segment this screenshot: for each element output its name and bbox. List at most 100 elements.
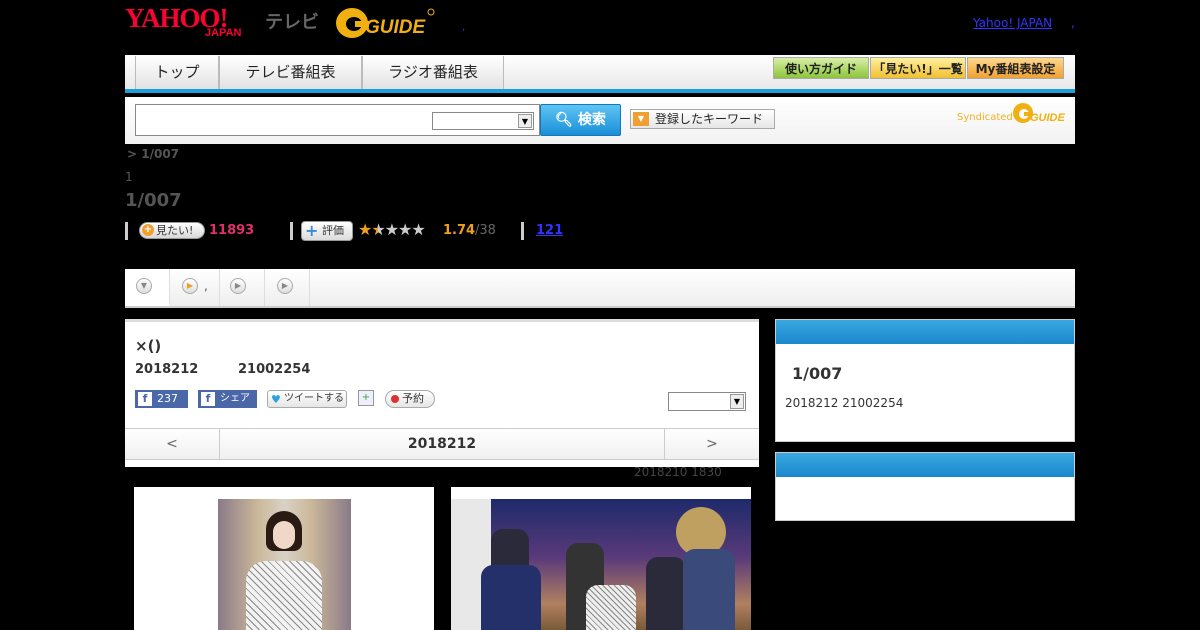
gguide-logo[interactable]: GUIDE	[335, 6, 435, 40]
photo-detail	[481, 565, 541, 630]
program-photo[interactable]	[218, 499, 351, 630]
rating-count: /38	[475, 223, 496, 238]
episode-label: 1	[125, 170, 133, 184]
tab-item[interactable]: ▶	[265, 269, 310, 306]
program-photo[interactable]	[451, 499, 751, 630]
tab-item[interactable]: ▶ ,	[170, 269, 220, 306]
chevron-down-icon: ▼	[518, 114, 532, 128]
broadcast-time: 21002254	[238, 362, 311, 377]
breadcrumb[interactable]: > 1/007	[127, 147, 179, 161]
record-reserve-button[interactable]: 予約	[385, 390, 435, 408]
star-icon: ★	[384, 220, 399, 239]
site-header: YAHOO! JAPAN テレビ GUIDE , Yahoo! JAPAN ,	[125, 0, 1075, 55]
want-to-watch-label: 見たい!	[156, 224, 194, 237]
sidebar-program-box: 1/007 2018212 21002254	[775, 319, 1075, 442]
twitter-icon: ♥	[271, 393, 281, 406]
photo-card	[134, 487, 434, 630]
add-to-calendar-icon[interactable]: +	[358, 390, 374, 406]
facebook-share-label: シェア	[220, 393, 250, 404]
chevron-down-icon: ▼	[730, 394, 744, 409]
photo-detail	[273, 521, 295, 549]
update-timestamp: 2018210 1830	[634, 465, 722, 479]
svg-text:GUIDE: GUIDE	[1030, 112, 1066, 124]
page-root: YAHOO! JAPAN テレビ GUIDE , Yahoo! JAPAN , …	[0, 0, 1200, 630]
photo-detail	[683, 549, 735, 630]
reserve-label: 予約	[402, 392, 424, 405]
search-bar: ▼ 🔍︎ 検索 ▼ 登録したキーワード Syndicated GUIDE	[125, 97, 1075, 144]
facebook-share-button[interactable]: f シェア	[198, 390, 257, 408]
want-to-watch-button[interactable]: + 見たい!	[139, 222, 205, 239]
my-listings-settings-button[interactable]: My番組表設定	[967, 57, 1064, 79]
star-icon: ★	[398, 220, 412, 239]
plus-icon: +	[305, 221, 319, 240]
facebook-like-button[interactable]: f 237	[135, 390, 188, 408]
svg-text:GUIDE: GUIDE	[365, 17, 427, 38]
sidebar-box-header	[776, 320, 1074, 344]
japan-logo-text: JAPAN	[205, 27, 242, 39]
half-star-icon: ★	[371, 220, 385, 239]
date-navigation: < 2018212 >	[125, 428, 759, 460]
program-detail-panel: ×() 2018212 21002254 f 237 f シェア ♥ ツイートす…	[125, 319, 759, 467]
header-trailing-link[interactable]: ,	[1071, 16, 1075, 30]
chevron-down-icon: ▼	[633, 112, 649, 126]
facebook-icon: f	[201, 392, 215, 406]
divider	[290, 222, 293, 240]
saved-keywords-label: 登録したキーワード	[655, 112, 764, 126]
sidebar-program-title[interactable]: 1/007	[792, 364, 842, 383]
tab-item[interactable]: ▶	[220, 269, 265, 306]
divider	[521, 222, 524, 240]
rating-value: 1.74	[443, 223, 476, 238]
saved-keywords-button[interactable]: ▼ 登録したキーワード	[630, 109, 775, 129]
broadcast-date: 2018212	[135, 362, 199, 377]
tv-label[interactable]: テレビ	[265, 8, 319, 34]
play-icon: ▶	[230, 278, 246, 294]
next-date-button[interactable]: >	[664, 429, 759, 459]
rate-button[interactable]: + 評価	[301, 221, 353, 241]
device-select[interactable]: ▼	[668, 392, 746, 411]
review-count-link[interactable]: 121	[536, 223, 563, 238]
photo-detail	[246, 561, 322, 630]
tweet-button[interactable]: ♥ ツイートする	[267, 390, 347, 408]
yahoo-japan-link[interactable]: Yahoo! JAPAN	[973, 16, 1052, 30]
facebook-icon: f	[138, 392, 152, 406]
header-small-link[interactable]: ,	[462, 22, 465, 33]
tab-label: ,	[204, 279, 208, 293]
program-tabs: ▼ ▶ , ▶ ▶	[125, 269, 1075, 308]
page-title: 1/007	[125, 190, 182, 211]
tweet-label: ツイートする	[284, 393, 344, 404]
program-title: ×()	[135, 337, 162, 355]
chevron-down-icon: ▼	[136, 278, 152, 294]
search-button-label: 検索	[577, 112, 606, 128]
photo-detail	[646, 557, 686, 630]
play-icon: ▶	[182, 278, 198, 294]
sidebar-box-header	[776, 453, 1074, 477]
search-category-select[interactable]: ▼	[432, 112, 534, 130]
facebook-like-count: 237	[157, 392, 178, 405]
prev-date-button[interactable]: <	[125, 429, 220, 459]
play-icon: ▶	[277, 278, 293, 294]
current-date: 2018212	[407, 436, 477, 452]
star-icon: ★	[411, 220, 425, 239]
tab-summary[interactable]: ▼	[125, 269, 170, 306]
nav-tab-tv-listings[interactable]: テレビ番組表	[219, 56, 362, 89]
sidebar-secondary-box	[775, 452, 1075, 521]
divider	[125, 222, 128, 240]
want-to-watch-count: 11893	[209, 223, 255, 238]
record-icon	[391, 395, 399, 403]
nav-tab-radio-listings[interactable]: ラジオ番組表	[362, 56, 504, 89]
photo-detail	[586, 585, 636, 630]
nav-tab-top[interactable]: トップ	[135, 56, 219, 89]
search-icon: 🔍︎	[555, 112, 573, 128]
main-nav: トップ テレビ番組表 ラジオ番組表 使い方ガイド 「見たい!」一覧 My番組表設…	[125, 55, 1075, 93]
syndicated-label: Syndicated	[957, 112, 1013, 123]
watchlist-button[interactable]: 「見たい!」一覧	[870, 57, 966, 79]
rating-stars: ★★★★★	[358, 220, 426, 239]
rate-label: 評価	[322, 224, 344, 237]
sidebar-program-datetime: 2018212 21002254	[785, 396, 904, 410]
star-icon: ★	[358, 220, 372, 239]
syndicated-gguide-logo: GUIDE	[1013, 103, 1066, 124]
photo-card	[451, 487, 751, 630]
search-button[interactable]: 🔍︎ 検索	[540, 104, 621, 136]
plus-icon: +	[142, 224, 154, 236]
guide-button[interactable]: 使い方ガイド	[773, 57, 869, 79]
